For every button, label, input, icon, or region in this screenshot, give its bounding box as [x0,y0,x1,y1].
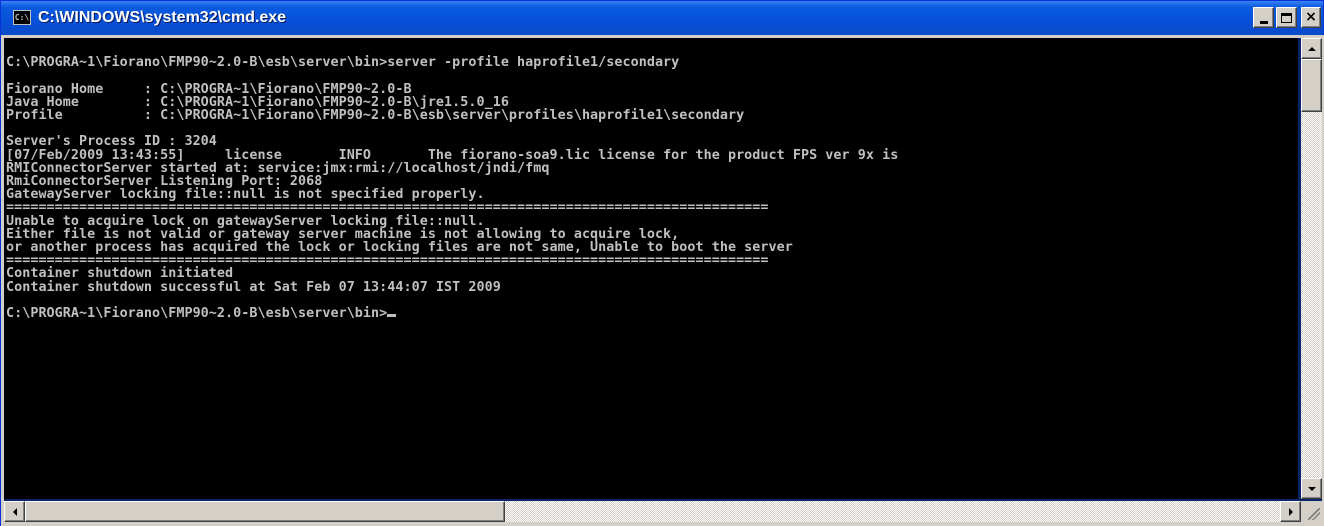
close-icon: × [1305,9,1317,25]
scroll-right-button[interactable] [1280,501,1301,522]
maximize-icon [1281,12,1292,23]
console-app-icon[interactable]: C:\ [13,10,31,25]
maximize-button[interactable] [1276,7,1297,28]
scroll-left-button[interactable] [4,501,25,522]
scroll-corner [1301,501,1322,522]
console-line: Profile : C:\PROGRA~1\Fiorano\FMP90~2.0-… [6,108,745,124]
minimize-icon [1259,20,1268,24]
arrow-left-icon [12,507,17,516]
console-line: Container shutdown successful at Sat Feb… [6,279,501,295]
resize-grip-icon[interactable] [1308,508,1320,520]
window-title: C:\WINDOWS\system32\cmd.exe [38,9,287,26]
arrow-down-icon [1307,486,1316,491]
window-controls: × [1253,7,1321,28]
horizontal-scroll-thumb[interactable] [25,501,505,522]
console-line: C:\PROGRA~1\Fiorano\FMP90~2.0-B\esb\serv… [6,55,680,71]
arrow-right-icon [1288,507,1293,516]
horizontal-scrollbar[interactable] [4,501,1301,522]
scroll-up-button[interactable] [1301,38,1322,59]
console-output[interactable]: C:\PROGRA~1\Fiorano\FMP90~2.0-B\esb\serv… [4,38,1298,499]
vertical-scroll-thumb[interactable] [1301,59,1322,112]
console-text: C:\PROGRA~1\Fiorano\FMP90~2.0-B\esb\serv… [6,43,898,320]
vertical-scrollbar[interactable] [1301,38,1322,499]
window-frame-bottom [1,522,1323,526]
title-bar[interactable]: C:\ C:\WINDOWS\system32\cmd.exe × [1,1,1323,35]
close-button[interactable]: × [1301,7,1321,28]
scroll-down-button[interactable] [1301,478,1322,499]
minimize-button[interactable] [1253,7,1274,28]
console-line: C:\PROGRA~1\Fiorano\FMP90~2.0-B\esb\serv… [6,306,388,322]
cmd-window: C:\ C:\WINDOWS\system32\cmd.exe × C:\PRO… [0,0,1324,526]
arrow-up-icon [1307,46,1316,51]
text-cursor [387,314,397,318]
